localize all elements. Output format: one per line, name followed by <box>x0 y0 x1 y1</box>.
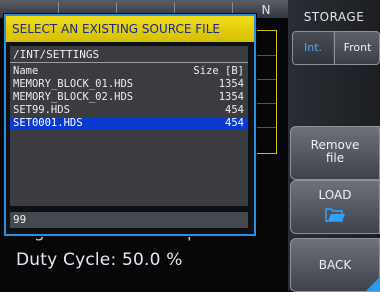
current-path: /INT/SETTINGS <box>10 48 248 63</box>
file-row[interactable]: MEMORY_BLOCK_01.HDS 1354 <box>10 78 248 91</box>
file-select-dialog: SELECT AN EXISTING SOURCE FILE /INT/SETT… <box>4 14 256 236</box>
filename-input[interactable]: 99 <box>10 212 248 228</box>
panel-title: STORAGE <box>303 10 365 24</box>
storage-front-button[interactable]: Front <box>334 32 379 64</box>
storage-int-button[interactable]: Int. <box>293 32 333 64</box>
file-size: 454 <box>225 104 244 116</box>
file-row-selected[interactable]: SET0001.HDS 454 <box>10 117 248 130</box>
file-list-header: Name Size [B] <box>10 65 248 78</box>
file-row[interactable]: SET99.HDS 454 <box>10 104 248 117</box>
file-list: /INT/SETTINGS Name Size [B] MEMORY_BLOCK… <box>10 46 248 206</box>
softkey-panel: STORAGE Int. Front Remove file LOAD BACK <box>288 0 380 292</box>
remove-label-line2: file <box>325 151 345 165</box>
load-label: LOAD <box>318 188 352 202</box>
load-button[interactable]: LOAD <box>290 180 380 234</box>
folder-open-icon <box>325 208 345 222</box>
file-size: 454 <box>225 117 244 129</box>
column-name-header: Name <box>13 65 39 77</box>
file-size: 1354 <box>218 91 244 103</box>
file-size: 1354 <box>218 78 244 90</box>
file-name: MEMORY_BLOCK_02.HDS <box>13 91 134 103</box>
background-highlight-box <box>256 30 277 154</box>
corner-marker <box>366 277 380 291</box>
file-row[interactable]: MEMORY_BLOCK_02.HDS 1354 <box>10 91 248 104</box>
column-size-header: Size [B] <box>193 65 244 77</box>
duty-cycle-readout: Duty Cycle: 50.0 % <box>16 250 183 270</box>
file-name: SET99.HDS <box>13 104 70 116</box>
dialog-title: SELECT AN EXISTING SOURCE FILE <box>6 16 254 42</box>
file-name: MEMORY_BLOCK_01.HDS <box>13 78 134 90</box>
storage-location-toggle: Int. Front <box>292 31 380 65</box>
file-name: SET0001.HDS <box>13 117 83 129</box>
remove-file-button[interactable]: Remove file <box>290 126 380 180</box>
